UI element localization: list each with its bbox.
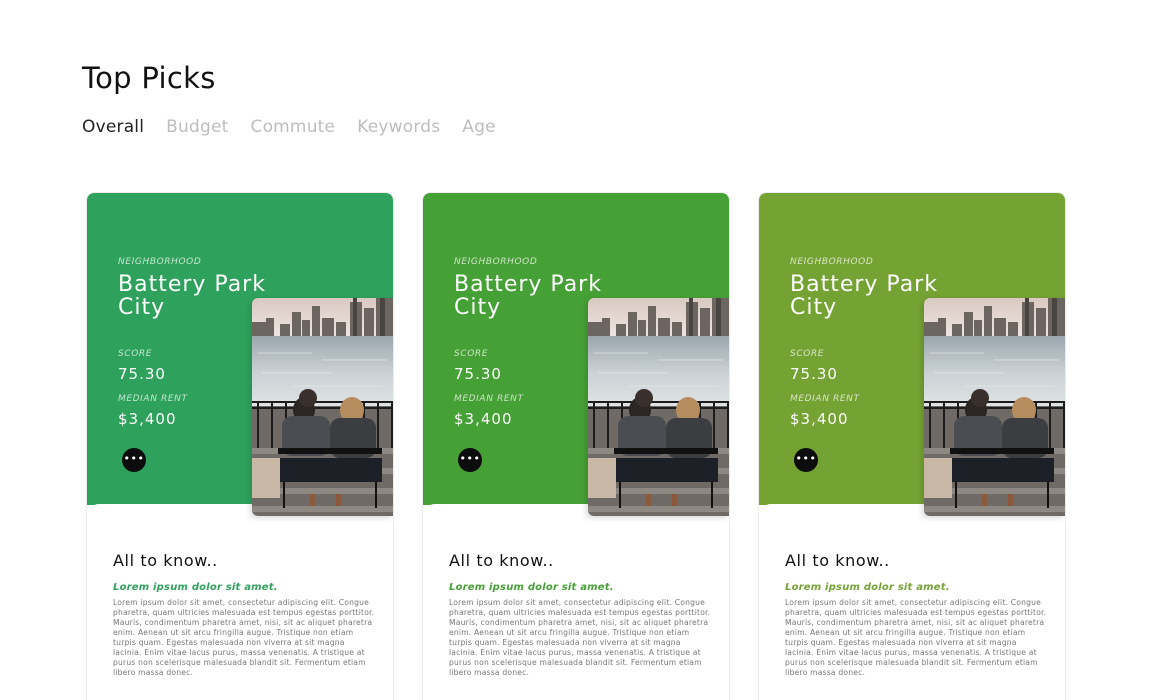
score-label: SCORE bbox=[118, 349, 153, 359]
median-rent-label: MEDIAN RENT bbox=[118, 394, 188, 404]
details-subtitle: Lorem ipsum dolor sit amet. bbox=[449, 582, 614, 593]
score-value: 75.30 bbox=[118, 365, 166, 383]
more-options-button[interactable]: ••• bbox=[794, 448, 818, 472]
median-rent-label: MEDIAN RENT bbox=[454, 394, 524, 404]
more-options-button[interactable]: ••• bbox=[122, 448, 146, 472]
details-body: Lorem ipsum dolor sit amet, consectetur … bbox=[785, 598, 1047, 677]
score-value: 75.30 bbox=[790, 365, 838, 383]
page-title: Top Picks bbox=[82, 61, 216, 95]
neighborhood-photo bbox=[588, 298, 729, 516]
details-body: Lorem ipsum dolor sit amet, consectetur … bbox=[449, 598, 711, 677]
median-rent-value: $3,400 bbox=[454, 410, 513, 428]
median-rent-value: $3,400 bbox=[790, 410, 849, 428]
neighborhood-card[interactable]: NEIGHBORHOOD Battery Park City SCORE 75.… bbox=[87, 193, 393, 700]
tab-commute[interactable]: Commute bbox=[251, 117, 336, 137]
neighborhood-label: NEIGHBORHOOD bbox=[790, 257, 874, 267]
details-subtitle: Lorem ipsum dolor sit amet. bbox=[785, 582, 950, 593]
score-label: SCORE bbox=[454, 349, 489, 359]
tab-budget[interactable]: Budget bbox=[166, 117, 228, 137]
median-rent-label: MEDIAN RENT bbox=[790, 394, 860, 404]
more-dots-icon: ••• bbox=[123, 452, 145, 465]
more-dots-icon: ••• bbox=[795, 452, 817, 465]
details-title: All to know.. bbox=[785, 551, 890, 570]
details-body: Lorem ipsum dolor sit amet, consectetur … bbox=[113, 598, 375, 677]
tab-keywords[interactable]: Keywords bbox=[357, 117, 440, 137]
median-rent-value: $3,400 bbox=[118, 410, 177, 428]
neighborhood-name: Battery Park City bbox=[454, 272, 602, 320]
tab-overall[interactable]: Overall bbox=[82, 117, 144, 137]
neighborhood-name: Battery Park City bbox=[118, 272, 266, 320]
neighborhood-card[interactable]: NEIGHBORHOOD Battery Park City SCORE 75.… bbox=[759, 193, 1065, 700]
card-details: All to know.. Lorem ipsum dolor sit amet… bbox=[759, 504, 1065, 700]
details-title: All to know.. bbox=[113, 551, 218, 570]
neighborhood-label: NEIGHBORHOOD bbox=[454, 257, 538, 267]
neighborhood-label: NEIGHBORHOOD bbox=[118, 257, 202, 267]
details-subtitle: Lorem ipsum dolor sit amet. bbox=[113, 582, 278, 593]
filter-tabs: Overall Budget Commute Keywords Age bbox=[82, 117, 518, 137]
tab-age[interactable]: Age bbox=[462, 117, 495, 137]
score-value: 75.30 bbox=[454, 365, 502, 383]
score-label: SCORE bbox=[790, 349, 825, 359]
more-dots-icon: ••• bbox=[459, 452, 481, 465]
more-options-button[interactable]: ••• bbox=[458, 448, 482, 472]
details-title: All to know.. bbox=[449, 551, 554, 570]
neighborhood-name: Battery Park City bbox=[790, 272, 938, 320]
neighborhood-card[interactable]: NEIGHBORHOOD Battery Park City SCORE 75.… bbox=[423, 193, 729, 700]
card-details: All to know.. Lorem ipsum dolor sit amet… bbox=[87, 504, 393, 700]
card-details: All to know.. Lorem ipsum dolor sit amet… bbox=[423, 504, 729, 700]
neighborhood-photo bbox=[924, 298, 1065, 516]
neighborhood-photo bbox=[252, 298, 393, 516]
